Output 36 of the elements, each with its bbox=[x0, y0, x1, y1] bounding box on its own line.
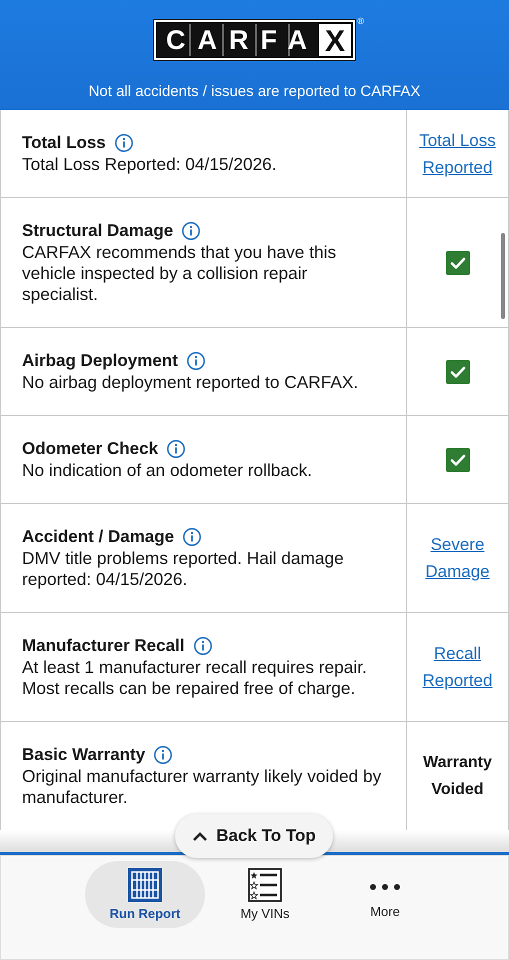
back-to-top-button[interactable]: Back To Top bbox=[175, 814, 333, 858]
item-title: Basic Warranty bbox=[22, 744, 146, 766]
nav-tab[interactable]: More bbox=[325, 861, 445, 928]
result-text: Warranty Voided bbox=[422, 753, 493, 800]
result-link[interactable]: Severe Damage bbox=[414, 531, 500, 585]
star-list-icon bbox=[248, 868, 282, 902]
item-title: Airbag Deployment bbox=[22, 350, 178, 372]
info-icon[interactable] bbox=[186, 351, 206, 371]
item-description: At least 1 manufacturer recall requires repair. Most recalls can be repaired free of charge. bbox=[22, 657, 368, 699]
item-description: Total Loss Reported: 04/15/2026. bbox=[22, 154, 278, 175]
nav-tab[interactable]: My VINs bbox=[205, 861, 325, 928]
scrollbar[interactable] bbox=[501, 233, 505, 319]
item-description: DMV title problems reported. Hail damage reported: 04/15/2026. bbox=[22, 548, 345, 590]
barcode-icon bbox=[128, 868, 162, 902]
registered-mark: ® bbox=[357, 16, 364, 26]
item-title: Structural Damage bbox=[22, 220, 174, 242]
item-description: CARFAX recommends that you have this vehicle inspected by a collision repair specialist. bbox=[22, 242, 338, 305]
info-icon[interactable] bbox=[166, 439, 186, 459]
notice-text: Not all accidents / issues are reported to CARFAX bbox=[88, 83, 420, 100]
item-title: Odometer Check bbox=[22, 438, 158, 460]
nav-tab[interactable]: Run Report bbox=[85, 861, 205, 928]
item-description: No indication of an odometer rollback. bbox=[22, 460, 314, 481]
info-icon[interactable] bbox=[182, 527, 202, 547]
info-icon[interactable] bbox=[192, 636, 212, 656]
result-link[interactable]: Total Loss Reported bbox=[414, 126, 500, 180]
more-icon bbox=[370, 884, 400, 890]
chevron-up-icon bbox=[192, 830, 208, 842]
result-link[interactable]: Recall Reported bbox=[414, 640, 500, 694]
item-title: Manufacturer Recall bbox=[22, 635, 184, 657]
item-title: Total Loss bbox=[22, 132, 106, 154]
info-icon[interactable] bbox=[114, 133, 134, 153]
item-description: Original manufacturer warranty likely voided by manufacturer. bbox=[22, 766, 382, 808]
info-icon[interactable] bbox=[181, 221, 202, 241]
item-description: No airbag deployment reported to CARFAX. bbox=[22, 372, 360, 393]
info-icon[interactable] bbox=[153, 745, 174, 765]
item-title: Accident / Damage bbox=[22, 526, 174, 548]
